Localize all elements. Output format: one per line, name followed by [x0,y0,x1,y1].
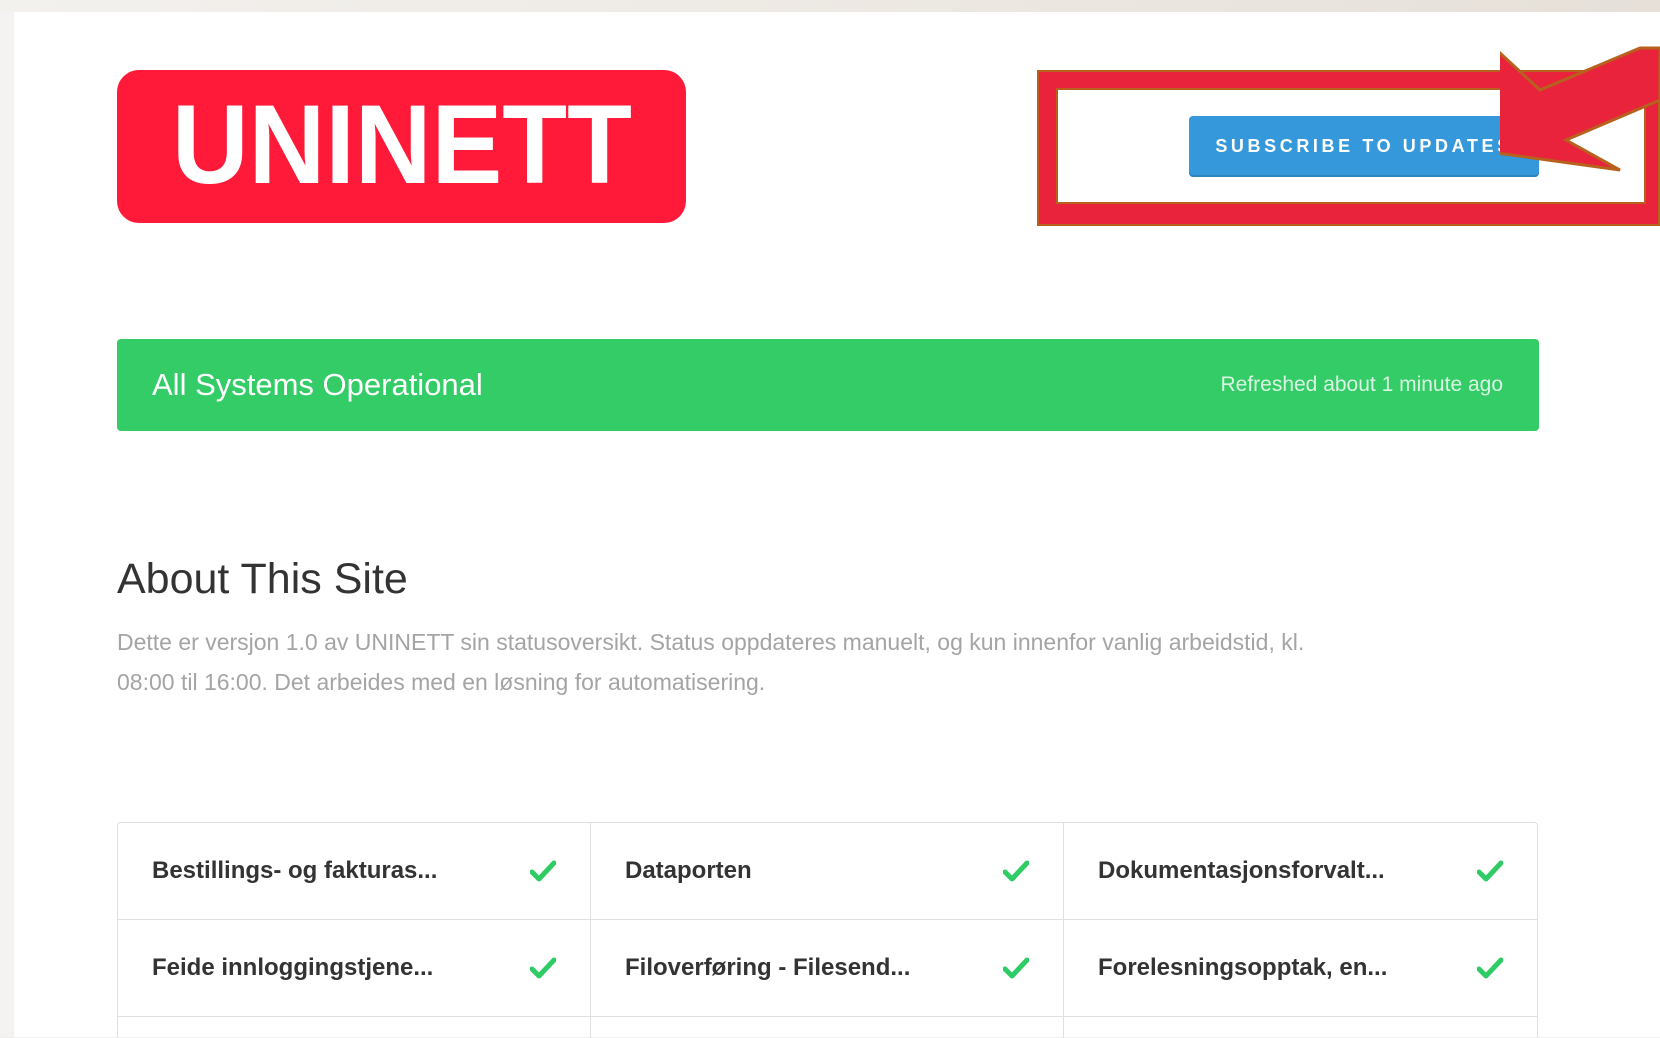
status-refreshed-text: Refreshed about 1 minute ago [1220,373,1503,396]
about-line-1: Dette er versjon 1.0 av UNINETT sin stat… [117,629,1305,655]
about-title: About This Site [117,555,408,603]
component-name: Feide innloggingstjene... [152,954,434,981]
component-name: Forelesningsopptak, en... [1098,954,1388,981]
logo-text: UNINETT [172,101,632,193]
browser-top-strip [0,0,1660,12]
component-name: Dataporten [625,857,752,884]
check-icon [530,860,556,882]
component-name: Bestillings- og fakturas... [152,857,438,884]
component-item[interactable]: Bestillings- og fakturas... [118,823,591,920]
component-item-partial [118,1017,591,1038]
components-grid: Bestillings- og fakturas... Dataporten D… [117,822,1538,1038]
uninett-logo[interactable]: UNINETT [117,70,686,223]
check-icon [1003,957,1029,979]
component-item[interactable]: Dataporten [591,823,1064,920]
status-banner: All Systems Operational Refreshed about … [117,339,1539,431]
subscribe-button[interactable]: SUBSCRIBE TO UPDATES [1189,116,1539,177]
annotation-arrow-icon [1500,46,1660,172]
logo-wordmark: UNINETT [172,101,632,193]
check-icon [1477,957,1503,979]
component-item-partial [1064,1017,1537,1038]
about-description: Dette er versjon 1.0 av UNINETT sin stat… [117,622,1537,702]
component-item[interactable]: Filoverføring - Filesend... [591,920,1064,1017]
component-item-partial [591,1017,1064,1038]
component-item[interactable]: Forelesningsopptak, en... [1064,920,1537,1017]
status-title: All Systems Operational [152,367,483,402]
component-name: Dokumentasjonsforvalt... [1098,857,1385,884]
page-left-edge [0,12,14,1037]
check-icon [530,957,556,979]
component-item[interactable]: Feide innloggingstjene... [118,920,591,1017]
component-name: Filoverføring - Filesend... [625,954,911,981]
check-icon [1003,860,1029,882]
component-item[interactable]: Dokumentasjonsforvalt... [1064,823,1537,920]
about-line-2: 08:00 til 16:00. Det arbeides med en løs… [117,669,766,695]
check-icon [1477,860,1503,882]
